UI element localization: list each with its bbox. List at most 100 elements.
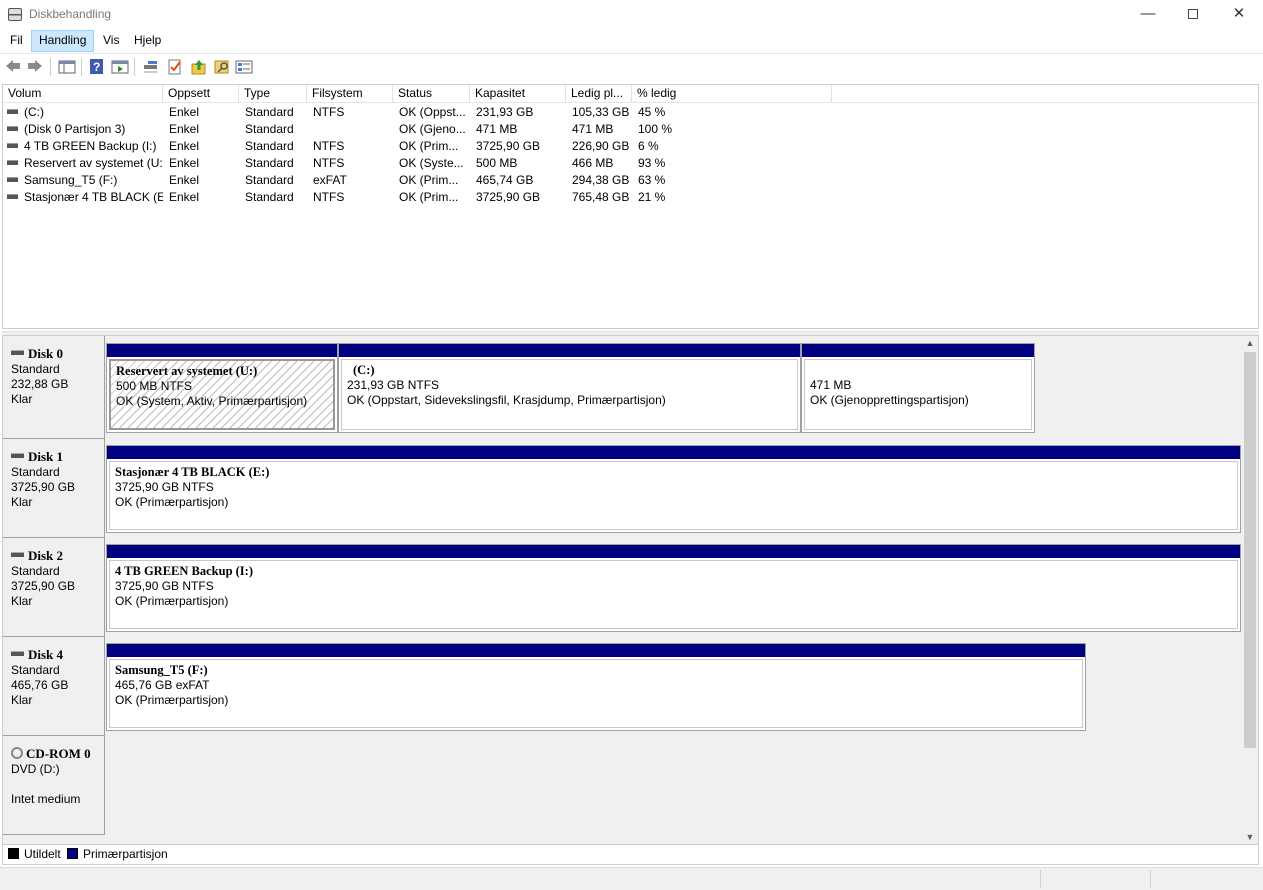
- cell-oppsett: Enkel: [169, 190, 200, 204]
- cell-status: OK (Prim...: [399, 173, 459, 187]
- disk-icon: [11, 651, 24, 657]
- partition-reservert[interactable]: Reservert av systemet (U:) 500 MB NTFS O…: [106, 343, 338, 433]
- drive-icon: [7, 194, 18, 200]
- disk-icon: [11, 350, 24, 356]
- back-icon[interactable]: [4, 58, 22, 75]
- forward-icon[interactable]: [26, 58, 44, 75]
- cell-volum: Samsung_T5 (F:): [7, 172, 163, 189]
- column-kapasitet[interactable]: Kapasitet: [470, 85, 566, 103]
- cell-prosent-ledig: 21 %: [638, 190, 666, 204]
- disk-2-label[interactable]: Disk 2 Standard 3725,90 GB Klar: [3, 538, 105, 637]
- cell-filsystem: NTFS: [313, 156, 345, 170]
- drive-icon: [7, 109, 18, 115]
- partition-reservert-body: Reservert av systemet (U:) 500 MB NTFS O…: [109, 359, 335, 430]
- table-row[interactable]: (C:) Enkel Standard NTFS OK (Oppst... 23…: [3, 104, 1260, 121]
- cell-oppsett: Enkel: [169, 173, 200, 187]
- column-prosent-ledig[interactable]: % ledig: [632, 85, 832, 103]
- toolbar-separator: [50, 58, 51, 76]
- cell-status: OK (Prim...: [399, 139, 459, 153]
- primary-partition-bar: [107, 344, 337, 357]
- cell-filsystem: NTFS: [313, 105, 345, 119]
- legend-unallocated: Utildelt: [24, 847, 61, 861]
- cell-status: OK (Prim...: [399, 190, 459, 204]
- column-ledig-plass[interactable]: Ledig pl...: [566, 85, 632, 103]
- table-row[interactable]: Reservert av systemet (U:) Enkel Standar…: [3, 155, 1260, 172]
- cell-kapasitet: 500 MB: [476, 156, 518, 170]
- export-icon[interactable]: [190, 58, 208, 75]
- partition-e-body: Stasjonær 4 TB BLACK (E:) 3725,90 GB NTF…: [109, 461, 1238, 530]
- disk-4-label[interactable]: Disk 4 Standard 465,76 GB Klar: [3, 637, 105, 736]
- column-status[interactable]: Status: [393, 85, 470, 103]
- disk-1-label[interactable]: Disk 1 Standard 3725,90 GB Klar: [3, 439, 105, 538]
- cell-status: OK (Gjeno...: [399, 122, 466, 136]
- help-icon[interactable]: ?: [88, 58, 106, 75]
- legend: Utildelt Primærpartisjon: [2, 845, 1259, 865]
- cell-status: OK (Syste...: [399, 156, 464, 170]
- toolbar-separator: [134, 58, 135, 76]
- column-volum[interactable]: Volum: [3, 85, 163, 103]
- menu-fil[interactable]: Fil: [3, 30, 30, 52]
- cell-oppsett: Enkel: [169, 105, 200, 119]
- cell-type: Standard: [245, 105, 294, 119]
- scrollbar-thumb[interactable]: [1244, 352, 1256, 748]
- cell-type: Standard: [245, 173, 294, 187]
- cell-prosent-ledig: 63 %: [638, 173, 666, 187]
- primary-partition-bar: [107, 545, 1240, 558]
- volume-list: Volum Oppsett Type Filsystem Status Kapa…: [2, 84, 1260, 329]
- minimize-button[interactable]: —: [1125, 0, 1171, 30]
- properties-icon[interactable]: [166, 58, 184, 75]
- partition-f[interactable]: Samsung_T5 (F:) 465,76 GB exFAT OK (Prim…: [106, 643, 1086, 731]
- menu-handling[interactable]: Handling: [31, 30, 95, 52]
- cell-oppsett: Enkel: [169, 122, 200, 136]
- menu-hjelp[interactable]: Hjelp: [127, 30, 168, 52]
- toolbar: ?: [0, 53, 1263, 79]
- search-icon[interactable]: [213, 58, 231, 75]
- disk-icon: [11, 453, 24, 459]
- cell-type: Standard: [245, 122, 294, 136]
- disk-area-scrollbar[interactable]: ▲ ▼: [1243, 336, 1257, 844]
- maximize-button[interactable]: [1170, 0, 1216, 30]
- partition-f-body: Samsung_T5 (F:) 465,76 GB exFAT OK (Prim…: [109, 659, 1083, 728]
- toolbar-separator: [81, 58, 82, 76]
- svg-text:?: ?: [93, 60, 100, 74]
- table-row[interactable]: (Disk 0 Partisjon 3) Enkel Standard OK (…: [3, 121, 1260, 138]
- cell-kapasitet: 3725,90 GB: [476, 190, 541, 204]
- partition-c-body: (C:) 231,93 GB NTFS OK (Oppstart, Sideve…: [341, 359, 798, 430]
- connect-icon[interactable]: [142, 58, 160, 75]
- partition-e[interactable]: Stasjonær 4 TB BLACK (E:) 3725,90 GB NTF…: [106, 445, 1241, 533]
- cell-type: Standard: [245, 190, 294, 204]
- action-pane-icon[interactable]: [111, 58, 129, 75]
- table-row[interactable]: Samsung_T5 (F:) Enkel Standard exFAT OK …: [3, 172, 1260, 189]
- cell-ledig-plass: 765,48 GB: [572, 190, 630, 204]
- cell-prosent-ledig: 6 %: [638, 139, 659, 153]
- drive-icon: [7, 177, 18, 183]
- partition-i[interactable]: 4 TB GREEN Backup (I:) 3725,90 GB NTFS O…: [106, 544, 1241, 632]
- table-row[interactable]: 4 TB GREEN Backup (I:) Enkel Standard NT…: [3, 138, 1260, 155]
- cdrom-0-label[interactable]: CD-ROM 0 DVD (D:) Intet medium: [3, 736, 105, 835]
- scroll-down-icon[interactable]: ▼: [1243, 830, 1257, 844]
- cell-prosent-ledig: 93 %: [638, 156, 666, 170]
- cell-oppsett: Enkel: [169, 139, 200, 153]
- table-row[interactable]: Stasjonær 4 TB BLACK (E:) Enkel Standard…: [3, 189, 1260, 206]
- cell-kapasitet: 465,74 GB: [476, 173, 534, 187]
- column-filsystem[interactable]: Filsystem: [307, 85, 393, 103]
- close-button[interactable]: ✕: [1216, 0, 1262, 30]
- drive-icon: [7, 126, 18, 132]
- primary-partition-bar: [802, 344, 1034, 357]
- cell-status: OK (Oppst...: [399, 105, 466, 119]
- scroll-up-icon[interactable]: ▲: [1243, 336, 1257, 350]
- partition-recovery[interactable]: 471 MB OK (Gjenopprettingspartisjon): [801, 343, 1035, 433]
- partition-c[interactable]: (C:) 231,93 GB NTFS OK (Oppstart, Sideve…: [338, 343, 801, 433]
- cell-filsystem: NTFS: [313, 190, 345, 204]
- drive-icon: [7, 143, 18, 149]
- disk-0-label[interactable]: Disk 0 Standard 232,88 GB Klar: [3, 336, 105, 439]
- maximize-icon: [1188, 9, 1198, 20]
- column-oppsett[interactable]: Oppsett: [163, 85, 239, 103]
- primary-partition-bar: [107, 644, 1085, 657]
- column-type[interactable]: Type: [239, 85, 307, 103]
- menu-vis[interactable]: Vis: [96, 30, 126, 52]
- show-pane-icon[interactable]: [58, 58, 76, 75]
- legend-primary: Primærpartisjon: [83, 847, 168, 861]
- cell-kapasitet: 471 MB: [476, 122, 518, 136]
- list-view-icon[interactable]: [235, 58, 253, 75]
